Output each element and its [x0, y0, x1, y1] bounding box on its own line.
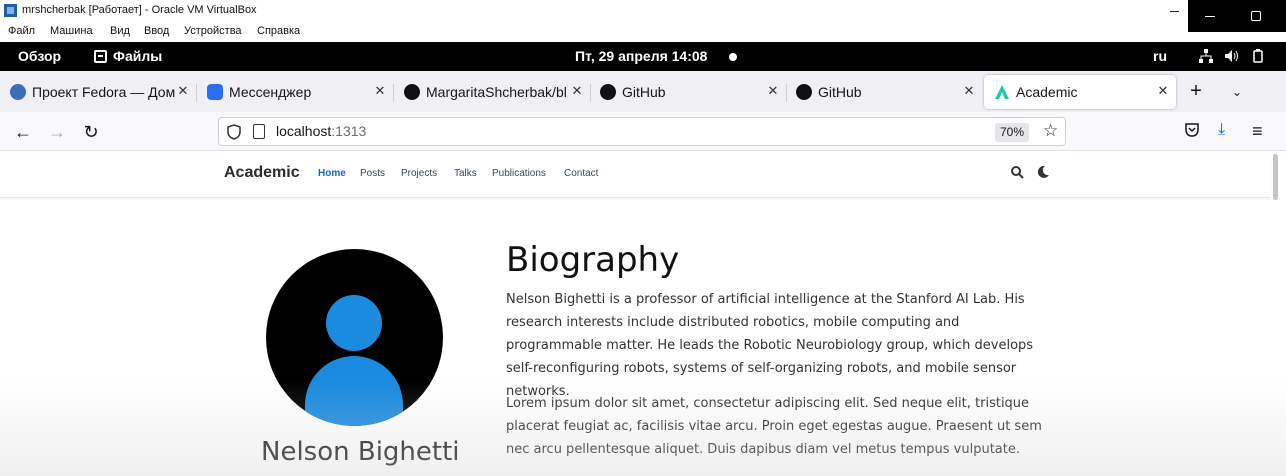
tab-github-1[interactable]: GitHub ✕: [590, 75, 786, 109]
back-button[interactable]: ←: [12, 121, 34, 143]
messenger-icon: [207, 84, 223, 100]
forward-button[interactable]: →: [46, 121, 68, 143]
biography-heading: Biography: [506, 240, 680, 280]
close-icon[interactable]: ✕: [766, 84, 780, 98]
close-icon[interactable]: ✕: [176, 84, 190, 98]
biography-paragraph: Nelson Bighetti is a professor of artifi…: [506, 292, 1034, 399]
url-host: localhost: [276, 123, 332, 139]
activities-overview[interactable]: Обзор: [18, 48, 61, 64]
tab-github-repo[interactable]: MargaritaShcherbak/bl ✕: [394, 75, 590, 109]
zoom-level-badge[interactable]: 70%: [995, 123, 1030, 142]
guest-maximize-button[interactable]: [1246, 8, 1266, 24]
academic-icon: [995, 85, 1009, 99]
browser-navigation-bar: ← → ↻ localhost:1313 70% ☆ ⤓ ≡: [0, 112, 1286, 151]
vbox-menu-file[interactable]: Файл: [8, 25, 35, 37]
biography-paragraph: Lorem ipsum dolor sit amet, consectetur …: [506, 396, 1042, 457]
system-status-area[interactable]: [1198, 49, 1266, 66]
close-icon[interactable]: ✕: [570, 84, 584, 98]
nav-link-home[interactable]: Home: [318, 168, 346, 179]
scrollbar-thumb[interactable]: [1273, 154, 1278, 200]
nav-link-talks[interactable]: Talks: [454, 168, 477, 179]
tab-title: GitHub: [622, 84, 666, 100]
tab-title: Academic: [1016, 84, 1078, 100]
gnome-top-bar: Обзор Файлы Пт, 29 апреля 14:08 ru: [0, 42, 1286, 71]
vbox-titlebar: mrshcherbak [Работает] - Oracle VM Virtu…: [0, 0, 1286, 22]
notification-dot-icon: [729, 53, 737, 61]
vbox-menu-help[interactable]: Справка: [257, 25, 300, 37]
vbox-window-title: mrshcherbak [Работает] - Oracle VM Virtu…: [22, 4, 257, 16]
tab-title: GitHub: [818, 84, 862, 100]
power-icon: [1250, 49, 1266, 66]
keyboard-language[interactable]: ru: [1153, 48, 1167, 64]
clock[interactable]: Пт, 29 апреля 14:08: [575, 48, 707, 64]
tab-github-2[interactable]: GitHub ✕: [786, 75, 982, 109]
page-scrollbar[interactable]: [1272, 152, 1280, 476]
avatar-body-shape: [305, 356, 403, 426]
url-port: :1313: [331, 123, 367, 139]
browser-tab-strip: Проект Fedora — Дом ✕ Мессенджер ✕ Marga…: [0, 71, 1286, 112]
nav-link-publications[interactable]: Publications: [492, 168, 546, 179]
guest-minimize-button[interactable]: [1200, 8, 1220, 24]
vbox-minimize-button[interactable]: [1160, 2, 1188, 20]
pocket-icon[interactable]: [1184, 122, 1200, 138]
downloads-icon[interactable]: ⤓: [1218, 121, 1225, 139]
vbox-menu-devices[interactable]: Устройства: [184, 25, 242, 37]
github-icon: [796, 84, 812, 100]
files-label: Файлы: [113, 48, 163, 64]
search-icon[interactable]: [1011, 166, 1024, 179]
bookmark-star-icon[interactable]: ☆: [1043, 121, 1058, 141]
guest-window-controls: [1188, 0, 1286, 32]
volume-icon: [1224, 49, 1240, 66]
close-icon[interactable]: ✕: [373, 84, 387, 98]
tab-title: MargaritaShcherbak/bl: [426, 84, 567, 100]
avatar: [266, 249, 443, 426]
close-icon[interactable]: ✕: [962, 84, 976, 98]
avatar-head-shape: [326, 295, 382, 351]
profile-name: Nelson Bighetti: [261, 437, 460, 467]
hamburger-menu-icon[interactable]: ≡: [1252, 121, 1263, 142]
vbox-menu-machine[interactable]: Машина: [50, 25, 93, 37]
network-icon: [1198, 49, 1214, 66]
page-viewport: Academic Home Posts Projects Talks Publi…: [0, 152, 1286, 476]
site-brand[interactable]: Academic: [224, 164, 300, 182]
github-icon: [600, 84, 616, 100]
tab-title: Проект Fedora — Дом: [32, 84, 176, 100]
url-text[interactable]: localhost:1313: [276, 123, 366, 139]
new-tab-button[interactable]: +: [1184, 80, 1208, 104]
dark-mode-moon-icon[interactable]: [1037, 165, 1050, 178]
files-icon: [94, 49, 107, 63]
tab-messenger[interactable]: Мессенджер ✕: [197, 75, 393, 109]
tab-academic[interactable]: Academic ✕: [984, 75, 1176, 109]
files-app-menu[interactable]: Файлы: [94, 48, 162, 64]
vbox-menu-view[interactable]: Вид: [110, 25, 130, 37]
address-bar[interactable]: localhost:1313 70% ☆: [218, 117, 1066, 146]
list-all-tabs-icon[interactable]: ⌄: [1227, 82, 1247, 102]
nav-link-posts[interactable]: Posts: [360, 168, 385, 179]
vbox-menu-input[interactable]: Ввод: [144, 25, 169, 37]
tab-fedora[interactable]: Проект Fedora — Дом ✕: [0, 75, 196, 109]
nav-link-contact[interactable]: Contact: [564, 168, 598, 179]
virtualbox-icon: [4, 4, 17, 17]
site-navbar: Academic Home Posts Projects Talks Publi…: [0, 152, 1270, 198]
nav-link-projects[interactable]: Projects: [401, 168, 437, 179]
vbox-menubar: Файл Машина Вид Ввод Устройства Справка: [0, 22, 1286, 40]
tab-title: Мессенджер: [229, 84, 312, 100]
page-info-icon[interactable]: [253, 124, 265, 139]
tracking-protection-shield-icon[interactable]: [227, 124, 241, 140]
reload-button[interactable]: ↻: [80, 121, 102, 143]
fedora-icon: [10, 84, 26, 100]
github-icon: [404, 84, 420, 100]
close-icon[interactable]: ✕: [1156, 84, 1170, 98]
